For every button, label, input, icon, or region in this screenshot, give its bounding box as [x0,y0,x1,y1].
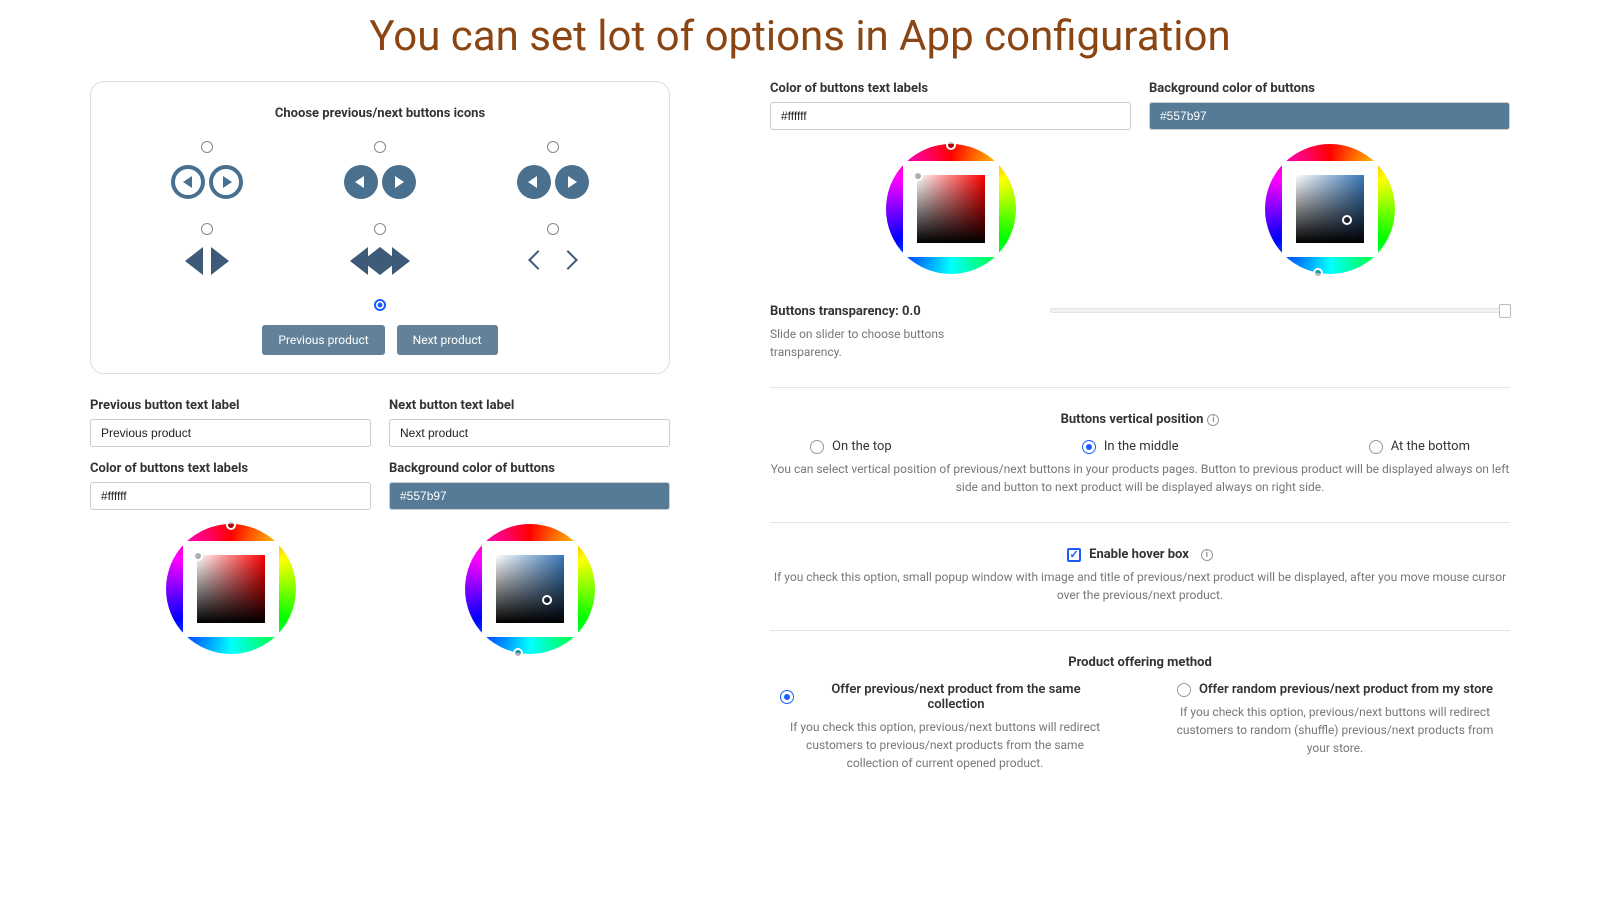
thin-chevron-left-icon [528,250,548,270]
chevron-right-icon [555,165,589,199]
transparency-slider[interactable] [1050,308,1510,313]
transparency-help: Slide on slider to choose buttons transp… [770,325,990,361]
icon-option-2[interactable] [344,141,416,199]
radio-icon[interactable] [374,223,386,235]
divider [770,522,1510,523]
next-label-label: Next button text label [389,398,670,413]
radio-icon[interactable] [780,690,794,704]
icon-option-5[interactable] [350,223,410,275]
offering-option-same[interactable]: Offer previous/next product from the sam… [780,682,1110,712]
vpos-bottom-label: At the bottom [1391,439,1470,454]
bg-color-picker-left[interactable] [465,524,595,654]
divider [770,630,1510,631]
radio-icon[interactable] [1177,683,1191,697]
info-icon[interactable]: i [1207,414,1219,426]
triangle-right-icon [211,247,229,275]
page-title: You can set lot of options in App config… [0,12,1600,61]
vpos-option-bottom[interactable]: At the bottom [1369,439,1470,454]
bg-color-input-right[interactable] [1149,102,1510,130]
offering-option-random[interactable]: Offer random previous/next product from … [1170,682,1500,697]
divider [770,387,1510,388]
radio-icon[interactable] [201,141,213,153]
icon-option-1[interactable] [171,141,243,199]
bg-color-label-left: Background color of buttons [389,461,670,476]
radio-icon[interactable] [810,440,824,454]
radio-icon[interactable] [1369,440,1383,454]
chevron-left-icon [517,165,551,199]
icon-selection-card: Choose previous/next buttons icons [90,81,670,374]
icon-option-preview-radio[interactable] [374,299,386,311]
text-color-input-right[interactable] [770,102,1131,130]
text-color-picker-left[interactable] [166,524,296,654]
triangle-left-icon [185,247,203,275]
text-color-picker-right[interactable] [886,144,1016,274]
vpos-middle-label: In the middle [1104,439,1179,454]
offering-same-help: If you check this option, previous/next … [780,718,1110,772]
radio-icon[interactable] [547,141,559,153]
icon-card-heading: Choose previous/next buttons icons [121,106,639,121]
hover-label: Enable hover box [1089,547,1189,562]
text-color-label-left: Color of buttons text labels [90,461,371,476]
thin-chevron-right-icon [558,250,578,270]
radio-icon[interactable] [201,223,213,235]
next-label-input[interactable] [389,419,670,447]
slider-thumb-icon[interactable] [1499,304,1511,318]
hover-help: If you check this option, small popup wi… [770,568,1510,604]
radio-icon[interactable] [547,223,559,235]
arrow-left-icon [171,165,205,199]
vpos-option-middle[interactable]: In the middle [1082,439,1179,454]
chevron-left-icon [344,165,378,199]
double-triangle-right-icon [380,247,410,275]
radio-icon[interactable] [1082,440,1096,454]
info-icon[interactable]: i [1201,549,1213,561]
preview-prev-button[interactable]: Previous product [262,325,384,355]
vpos-option-top[interactable]: On the top [810,439,892,454]
icon-option-4[interactable] [185,223,229,275]
offering-random-label: Offer random previous/next product from … [1199,682,1493,697]
offering-random-help: If you check this option, previous/next … [1170,703,1500,757]
offering-heading: Product offering method [770,655,1510,670]
prev-label-input[interactable] [90,419,371,447]
icon-option-6[interactable] [525,223,581,275]
bg-color-picker-right[interactable] [1265,144,1395,274]
bg-color-label-right: Background color of buttons [1149,81,1510,96]
hover-checkbox[interactable]: ✓ [1067,548,1081,562]
vertical-position-help: You can select vertical position of prev… [770,460,1510,496]
radio-icon[interactable] [374,141,386,153]
icon-option-3[interactable] [517,141,589,199]
offering-same-label: Offer previous/next product from the sam… [802,682,1110,712]
vertical-position-heading: Buttons vertical positioni [770,412,1510,427]
preview-next-button[interactable]: Next product [397,325,498,355]
text-color-label-right: Color of buttons text labels [770,81,1131,96]
bg-color-input-left[interactable] [389,482,670,510]
chevron-right-icon [382,165,416,199]
transparency-label: Buttons transparency: 0.0 [770,304,990,319]
double-triangle-left-icon [350,247,380,275]
vpos-top-label: On the top [832,439,892,454]
arrow-right-icon [209,165,243,199]
prev-label-label: Previous button text label [90,398,371,413]
text-color-input-left[interactable] [90,482,371,510]
